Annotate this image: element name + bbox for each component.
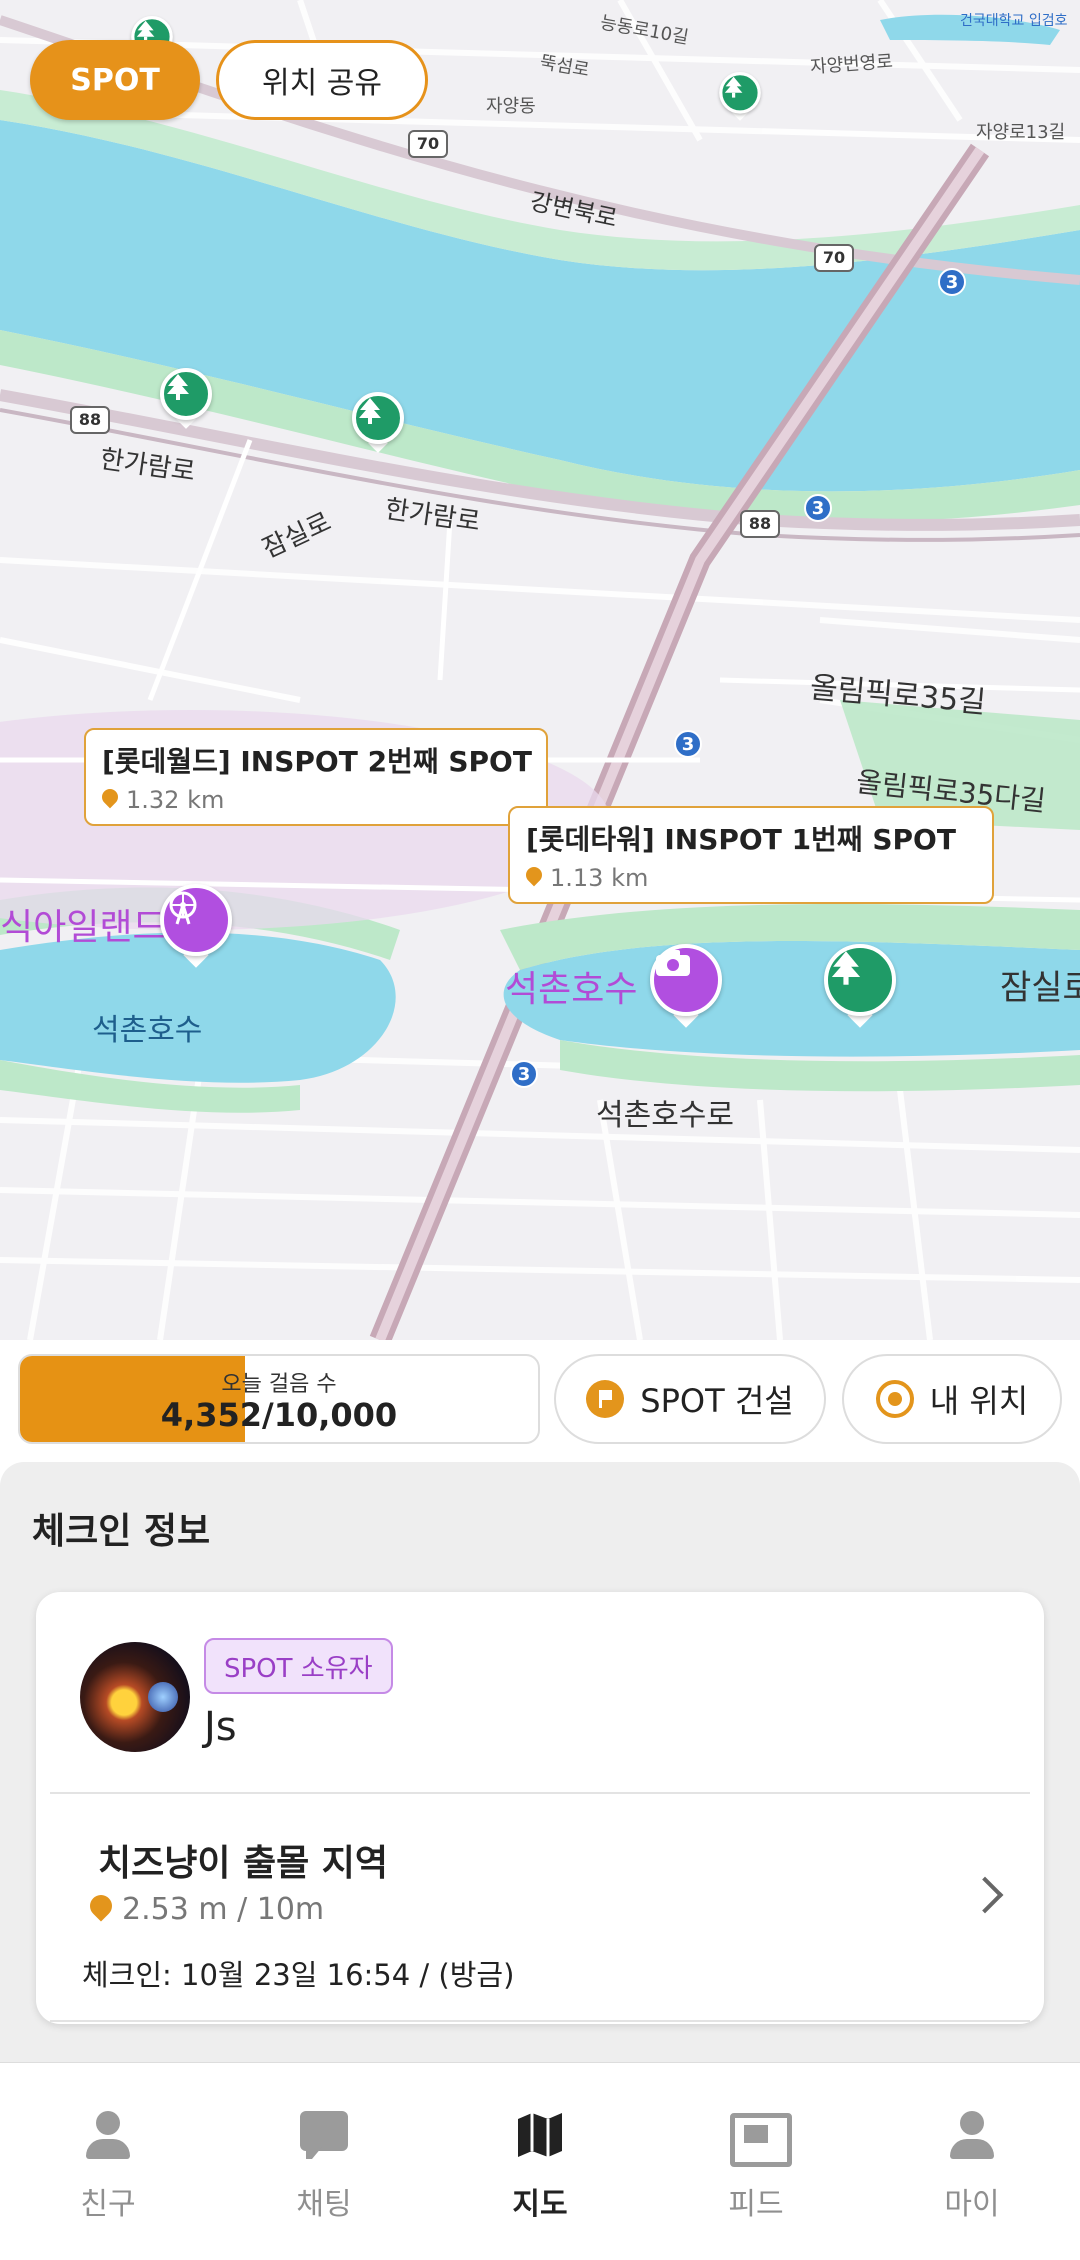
highway-shield: 70 [814,244,854,272]
chevron-right-icon[interactable] [966,1876,1004,1914]
lake-label: 석촌호수 [92,1013,203,1048]
checkin-distance: 2.53 m / 10m [90,1892,324,1927]
road-label: 자양로13길 [976,122,1066,143]
area-label: 건국대학교 입검호 [960,13,1068,29]
avatar[interactable] [80,1642,190,1752]
nav-label: 마이 [944,2187,1000,2222]
photo-spot-pin[interactable] [650,944,722,1028]
park-pin[interactable] [160,368,212,429]
lake-label: 석촌호수 [505,969,638,1010]
bottom-nav: 친구 채팅 지도 피드 마이 [0,2062,1080,2260]
tree-icon [719,72,761,114]
owner-badge: SPOT 소유자 [204,1638,393,1694]
road-label: 잠실로 [1000,968,1080,1008]
nav-item-friends[interactable]: 친구 [0,2063,216,2260]
route-shield: 3 [510,1060,538,1088]
nav-item-map[interactable]: 지도 [432,2063,648,2260]
feed-icon [730,2109,792,2167]
checkin-time: 체크인: 10월 23일 16:54 / (방금) [82,1958,515,1992]
checkin-card[interactable]: SPOT 소유자 Js 치즈냥이 출몰 지역 2.53 m / 10m 체크인:… [36,1592,1044,2024]
tree-icon [824,944,896,1016]
step-counter-label: 오늘 걸음 수 [221,1372,337,1397]
route-shield: 3 [938,268,966,296]
spot-callout-distance: 1.32 km [102,786,530,814]
step-counter: 오늘 걸음 수 4,352/10,000 [18,1354,540,1444]
highway-shield: 88 [740,510,780,538]
share-location-button[interactable]: 위치 공유 [216,40,428,120]
map-icon [514,2109,566,2161]
crosshair-icon [875,1380,914,1418]
profile-icon [946,2109,998,2161]
app-root: 능동로10길 뚝섬로 자양번영로 자양로13길 자양동 건국대학교 입검호 강변… [0,0,1080,2260]
park-pin[interactable] [824,944,896,1028]
nav-label: 채팅 [296,2187,352,2222]
checkin-distance-text: 2.53 m / 10m [122,1892,325,1927]
chat-icon [298,2109,350,2161]
nav-item-feed[interactable]: 피드 [648,2063,864,2260]
spot-callout[interactable]: [롯데월드] INSPOT 2번째 SPOT 1.32 km [84,728,548,826]
build-spot-button[interactable]: SPOT 건설 [554,1354,826,1444]
nav-label: 피드 [728,2187,784,2222]
divider [50,1792,1030,1794]
park-pin[interactable] [719,72,761,121]
nav-item-profile[interactable]: 마이 [864,2063,1080,2260]
nav-label: 지도 [512,2187,568,2222]
location-pin-icon [526,867,542,889]
park-pin[interactable] [352,392,404,453]
spot-callout-distance: 1.13 km [526,864,976,892]
map-view[interactable]: 능동로10길 뚝섬로 자양번영로 자양로13길 자양동 건국대학교 입검호 강변… [0,0,1080,1340]
distance-text: 1.32 km [126,786,225,814]
location-pin-icon [102,789,118,811]
spot-callout[interactable]: [롯데타워] INSPOT 1번째 SPOT 1.13 km [508,806,994,904]
step-counter-value: 4,352/10,000 [160,1396,398,1434]
tree-icon [352,392,404,444]
friends-icon [82,2109,134,2161]
spot-callout-title: [롯데타워] INSPOT 1번째 SPOT [526,823,956,856]
route-shield: 3 [674,730,702,758]
build-spot-label: SPOT 건설 [640,1382,794,1420]
checkin-panel: 체크인 정보 SPOT 소유자 Js 치즈냥이 출몰 지역 2.53 m / 1… [0,1462,1080,2062]
distance-text: 1.13 km [550,864,649,892]
my-location-button[interactable]: 내 위치 [842,1354,1062,1444]
spot-toggle-button[interactable]: SPOT [30,40,200,120]
amusement-park-pin[interactable] [160,884,232,968]
flag-icon [586,1380,625,1418]
location-pin-icon [90,1895,112,1925]
highway-shield: 88 [70,406,110,434]
camera-icon [650,944,722,1016]
checkin-panel-title: 체크인 정보 [32,1511,211,1552]
nav-item-chat[interactable]: 채팅 [216,2063,432,2260]
spot-callout-title: [롯데월드] INSPOT 2번째 SPOT [102,745,532,778]
my-location-label: 내 위치 [929,1382,1029,1420]
route-shield: 3 [804,494,832,522]
nav-label: 친구 [80,2187,136,2222]
map-control-bar: 오늘 걸음 수 4,352/10,000 SPOT 건설 내 위치 [0,1340,1080,1462]
road-label: 석촌호수로 [596,1098,734,1133]
divider [50,2020,1030,2022]
username: Js [204,1704,237,1750]
tree-icon [160,368,212,420]
ferris-wheel-icon [160,884,232,956]
area-label: 자양동 [486,96,536,117]
checkin-location-name: 치즈냥이 출몰 지역 [98,1843,389,1884]
highway-shield: 70 [408,130,448,158]
poi-label: 식아일랜드 [0,907,166,948]
